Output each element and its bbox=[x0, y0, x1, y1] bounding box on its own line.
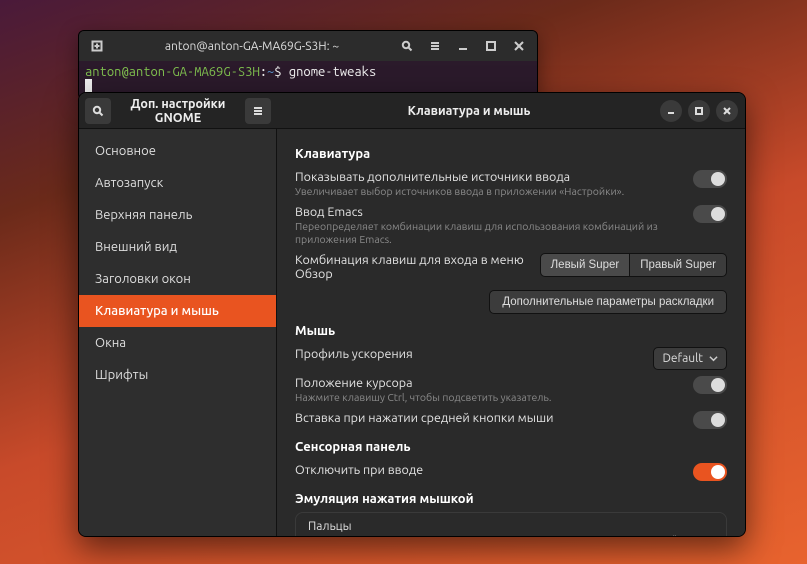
label-overview: Комбинация клавиш для входа в меню Обзор bbox=[295, 253, 524, 281]
label-middle-paste: Вставка при нажатии средней кнопки мыши bbox=[295, 411, 554, 425]
accel-profile-value: Default bbox=[662, 352, 703, 365]
sidebar-item-topbar[interactable]: Верхняя панель bbox=[79, 199, 276, 231]
terminal-titlebar: anton@anton-GA-MA69G-S3H: ~ bbox=[79, 31, 537, 61]
cursor-icon bbox=[85, 79, 92, 93]
command-text: gnome-tweaks bbox=[289, 65, 376, 79]
accel-profile-dropdown[interactable]: Default bbox=[653, 347, 727, 370]
label-pointer: Положение курсора bbox=[295, 376, 413, 390]
maximize-icon[interactable] bbox=[688, 100, 710, 122]
row-accel-profile: Профиль ускорения Default bbox=[295, 344, 727, 373]
click-emulation-group: Пальцы Нажмите на сенсорную панель двумя… bbox=[295, 512, 727, 536]
search-icon[interactable] bbox=[395, 34, 419, 58]
tweaks-headerbar: Доп. настройки GNOME Клавиатура и мышь bbox=[79, 93, 745, 129]
prompt-user: anton@anton-GA-MA69G-S3H bbox=[85, 65, 260, 79]
app-title: Доп. настройки GNOME bbox=[113, 97, 243, 125]
label-accel: Профиль ускорения bbox=[295, 347, 413, 361]
tweaks-window: Доп. настройки GNOME Клавиатура и мышь О… bbox=[78, 92, 746, 537]
section-touchpad-heading: Сенсорная панель bbox=[295, 440, 727, 454]
sub-extra-sources: Увеличивает выбор источников ввода в при… bbox=[295, 185, 693, 199]
toggle-middle-paste[interactable] bbox=[693, 411, 727, 429]
emulation-heading: Эмуляция нажатия мышкой bbox=[295, 492, 727, 506]
sidebar-item-appearance[interactable]: Внешний вид bbox=[79, 231, 276, 263]
close-icon[interactable] bbox=[716, 100, 738, 122]
sub-emacs: Переопределяет комбинации клавиш для исп… bbox=[295, 220, 693, 247]
overview-segmented: Левый Super Правый Super bbox=[540, 253, 727, 277]
hamburger-menu-icon[interactable] bbox=[245, 98, 271, 124]
sidebar-item-keyboard-mouse[interactable]: Клавиатура и мышь bbox=[79, 295, 276, 327]
label-extra-sources: Показывать дополнительные источники ввод… bbox=[295, 170, 570, 184]
terminal-window: anton@anton-GA-MA69G-S3H: ~ anton@anton-… bbox=[78, 30, 538, 100]
search-icon[interactable] bbox=[85, 98, 111, 124]
row-overview-shortcut: Комбинация клавиш для входа в меню Обзор… bbox=[295, 250, 727, 284]
overview-right-super-button[interactable]: Правый Super bbox=[630, 253, 727, 277]
hamburger-menu-icon[interactable] bbox=[423, 34, 447, 58]
toggle-disable-while-typing[interactable] bbox=[693, 463, 727, 481]
sub-pointer: Нажмите клавишу Ctrl, чтобы подсветить у… bbox=[295, 391, 693, 405]
radio-fingers-sub: Нажмите на сенсорную панель двумя пальца… bbox=[308, 534, 690, 536]
radio-fingers[interactable]: Пальцы Нажмите на сенсорную панель двумя… bbox=[296, 513, 726, 536]
sidebar-item-windows[interactable]: Окна bbox=[79, 327, 276, 359]
page-title: Клавиатура и мышь bbox=[281, 104, 657, 118]
content-pane[interactable]: Клавиатура Показывать дополнительные ист… bbox=[277, 129, 745, 536]
extra-layout-options-button[interactable]: Дополнительные параметры раскладки bbox=[489, 290, 727, 314]
new-tab-icon[interactable] bbox=[85, 34, 109, 58]
toggle-pointer-location[interactable] bbox=[693, 376, 727, 394]
close-icon[interactable] bbox=[507, 34, 531, 58]
row-middle-paste: Вставка при нажатии средней кнопки мыши bbox=[295, 408, 727, 432]
row-extra-input-sources: Показывать дополнительные источники ввод… bbox=[295, 167, 727, 202]
sidebar-item-autostart[interactable]: Автозапуск bbox=[79, 167, 276, 199]
label-emacs: Ввод Emacs bbox=[295, 205, 363, 219]
section-keyboard-heading: Клавиатура bbox=[295, 147, 727, 161]
row-disable-while-typing: Отключить при вводе bbox=[295, 460, 727, 484]
row-pointer-location: Положение курсора Нажмите клавишу Ctrl, … bbox=[295, 373, 727, 408]
minimize-icon[interactable] bbox=[660, 100, 682, 122]
sidebar-item-fonts[interactable]: Шрифты bbox=[79, 359, 276, 391]
sidebar-item-general[interactable]: Основное bbox=[79, 135, 276, 167]
terminal-title: anton@anton-GA-MA69G-S3H: ~ bbox=[111, 40, 393, 53]
label-disable-typing: Отключить при вводе bbox=[295, 463, 423, 477]
minimize-icon[interactable] bbox=[451, 34, 475, 58]
sidebar-item-window-titles[interactable]: Заголовки окон bbox=[79, 263, 276, 295]
overview-left-super-button[interactable]: Левый Super bbox=[540, 253, 631, 277]
section-mouse-heading: Мышь bbox=[295, 324, 727, 338]
chevron-down-icon bbox=[709, 354, 718, 363]
toggle-emacs[interactable] bbox=[693, 205, 727, 223]
toggle-extra-sources[interactable] bbox=[693, 170, 727, 188]
sidebar: Основное Автозапуск Верхняя панель Внешн… bbox=[79, 129, 277, 536]
radio-fingers-title: Пальцы bbox=[308, 520, 352, 533]
maximize-icon[interactable] bbox=[479, 34, 503, 58]
row-emacs-input: Ввод Emacs Переопределяет комбинации кла… bbox=[295, 202, 727, 250]
